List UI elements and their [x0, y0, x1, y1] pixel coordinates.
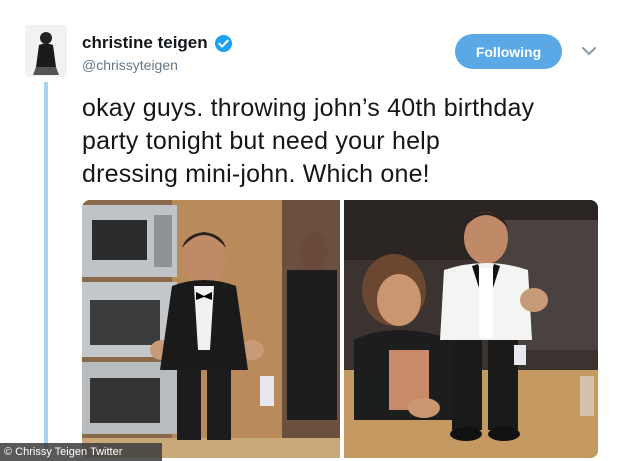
chevron-down-icon[interactable] [580, 44, 598, 58]
photo-credit: © Chrissy Teigen Twitter [0, 443, 162, 461]
handle[interactable]: @chrissyteigen [82, 57, 178, 73]
display-name[interactable]: christine teigen [82, 33, 208, 53]
verified-badge-icon [214, 34, 232, 52]
tweet-text-line: dressing mini-john. Which one! [82, 160, 430, 188]
thread-line [44, 82, 48, 449]
tweet-text-line: party tonight but need your help [82, 127, 441, 155]
avatar[interactable] [25, 25, 67, 77]
tweet-photo-black-tuxedo[interactable] [82, 200, 340, 458]
tweet-text-line: okay guys. throwing john’s 40th birthday [82, 94, 535, 122]
tweet-text: okay guys. throwing john’s 40th birthday… [82, 92, 612, 191]
tweet-photo-white-tuxedo[interactable] [344, 200, 598, 458]
name-row: christine teigen [82, 33, 233, 53]
following-button[interactable]: Following [455, 34, 562, 69]
